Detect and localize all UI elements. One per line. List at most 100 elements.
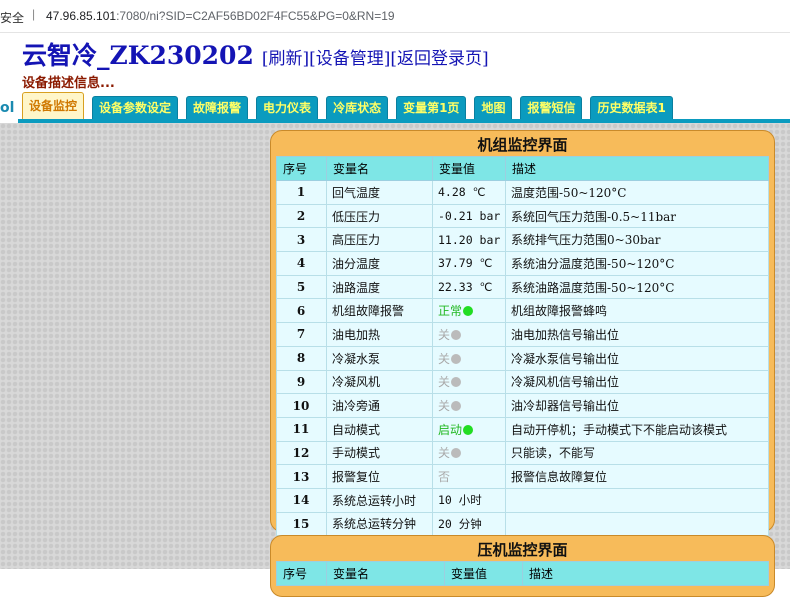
cell-name-text: 冷凝风机 [332, 375, 381, 390]
table-row: 10 油冷旁通 关 油冷却器信号输出位 [276, 393, 769, 418]
cell-no-text: 5 [296, 280, 306, 295]
cell-value-text: 11.20 bar [438, 232, 501, 247]
cell-no-text: 11 [292, 422, 310, 437]
cell-value-text: 37.79 ℃ [438, 256, 493, 271]
status-on-icon [463, 424, 474, 435]
cell-desc-text: 系统油分温度范围-50~120°C [511, 256, 675, 271]
tab-label: 故障报警 [193, 101, 242, 115]
table-row: 5 油路温度 22.33 ℃ 系统油路温度范围-50~120°C [276, 274, 769, 300]
cell-name: 回气温度 [326, 180, 433, 205]
col-header-no: 序号 [276, 156, 327, 181]
cell-desc: 温度范围-50~120°C [505, 180, 769, 205]
cell-value: 37.79 ℃ [432, 251, 506, 276]
cell-value: 4.28 ℃ [432, 180, 506, 205]
table-row: 3 高压压力 11.20 bar 系统排气压力范围0~30bar [276, 227, 769, 253]
cell-no-text: 13 [292, 469, 310, 484]
cell-value-text: 4.28 ℃ [438, 185, 486, 200]
status-off-icon [451, 377, 462, 388]
unit-monitor-table: 序号 变量名 变量值 描述 1 回气温度 4.28 ℃ 温度范围-50~120°C 2 低… [276, 156, 769, 560]
url-rest: :7080/ni?SID=C2AF56BD02F4FC55&PG=0&RN=19 [116, 9, 395, 23]
table-row: 7 油电加热 关 油电加热信号输出位 [276, 322, 769, 347]
cell-value-text: 22.33 ℃ [438, 280, 493, 295]
table-row: 6 机组故障报警 正常 机组故障报警蜂鸣 [276, 298, 769, 324]
device-manage-link[interactable]: [设备管理] [309, 49, 390, 69]
status-off-icon [451, 401, 462, 412]
tab-1[interactable]: 设备参数设定 [92, 96, 179, 121]
cell-no-text: 4 [296, 256, 306, 271]
tab-3[interactable]: 电力仪表 [256, 96, 319, 121]
tab-7[interactable]: 报警短信 [520, 96, 583, 121]
cell-desc: 机组故障报警蜂鸣 [505, 298, 769, 324]
cell-value-text: 关 [438, 446, 451, 461]
table-row: 1 回气温度 4.28 ℃ 温度范围-50~120°C [276, 180, 769, 205]
cell-name-text: 系统总运转小时 [332, 493, 417, 508]
table-row: 8 冷凝水泵 关 冷凝水泵信号输出位 [276, 345, 769, 371]
cell-desc-text: 系统排气压力范围0~30bar [511, 233, 661, 248]
cell-name-text: 油分温度 [332, 256, 381, 271]
cell-no-text: 2 [296, 209, 306, 224]
cell-name-text: 油冷旁通 [332, 399, 381, 414]
table-row: 13 报警复位 否 报警信息故障复位 [276, 464, 769, 489]
tab-label: 报警短信 [527, 101, 576, 115]
cell-value-text: 关 [438, 327, 451, 342]
tab-8[interactable]: 历史数据表1 [590, 96, 673, 121]
device-title: 云智冷_ZK230202 [22, 41, 254, 70]
cell-value-text: 10 小时 [438, 493, 482, 508]
url-text[interactable]: 47.96.85.101:7080/ni?SID=C2AF56BD02F4FC5… [46, 9, 395, 23]
cell-no-text: 12 [292, 445, 310, 460]
cell-value: 关 [432, 369, 506, 395]
cell-desc: 系统油路温度范围-50~120°C [505, 274, 769, 300]
status-off-icon [451, 448, 462, 459]
cell-name: 报警复位 [326, 464, 433, 489]
cell-no-text: 8 [296, 351, 306, 366]
tab-6[interactable]: 地图 [474, 96, 513, 121]
cell-value: 11.20 bar [432, 227, 506, 253]
address-bar[interactable]: 安全 | 47.96.85.101:7080/ni?SID=C2AF56BD02… [0, 0, 790, 33]
cell-no: 6 [276, 298, 327, 324]
cell-no: 10 [276, 393, 327, 418]
cell-name: 油冷旁通 [326, 393, 433, 418]
cell-no: 2 [276, 203, 327, 229]
status-off-icon [451, 329, 462, 340]
cell-desc-text: 自动开停机；手动模式下不能启动该模式 [511, 422, 728, 437]
cell-no: 1 [276, 180, 327, 205]
cell-no: 13 [276, 464, 327, 489]
tab-5[interactable]: 变量第1页 [396, 96, 467, 121]
cell-value-text: 否 [438, 470, 451, 485]
tab-4[interactable]: 冷库状态 [326, 96, 389, 121]
cell-no: 5 [276, 274, 327, 300]
table-header-row: 序号 变量名 变量值 描述 [276, 156, 769, 181]
cell-desc: 油电加热信号输出位 [505, 322, 769, 347]
cell-desc: 报警信息故障复位 [505, 464, 769, 489]
url-host: 47.96.85.101 [46, 9, 117, 23]
cell-desc [505, 511, 769, 537]
table-row: 14 系统总运转小时 10 小时 [276, 487, 769, 513]
cell-desc-text: 冷凝风机信号输出位 [511, 375, 620, 390]
cell-no: 14 [276, 487, 327, 513]
cell-no-text: 14 [292, 493, 310, 508]
cell-value-text: 20 分钟 [438, 516, 482, 531]
cell-value: 否 [432, 464, 506, 489]
cell-no: 9 [276, 369, 327, 395]
refresh-link[interactable]: [刷新] [262, 49, 309, 69]
cell-no: 11 [276, 416, 327, 442]
table-row: 11 自动模式 启动 自动开停机；手动模式下不能启动该模式 [276, 416, 769, 442]
tab-0[interactable]: 设备监控 [22, 92, 85, 121]
cell-value: 关 [432, 322, 506, 347]
col-header-value: 变量值 [444, 561, 523, 586]
cell-value: 22.33 ℃ [432, 274, 506, 300]
cell-name-text: 回气温度 [332, 185, 381, 200]
tab-2[interactable]: 故障报警 [186, 96, 249, 121]
cell-name: 油电加热 [326, 322, 433, 347]
col-header-no: 序号 [276, 561, 327, 586]
cell-desc: 系统回气压力范围-0.5~11bar [505, 203, 769, 229]
back-to-login-link[interactable]: [返回登录页] [390, 49, 488, 69]
cell-desc-text: 油电加热信号输出位 [511, 327, 620, 342]
table-row: 15 系统总运转分钟 20 分钟 [276, 511, 769, 537]
compressor-monitor-table: 序号 变量名 变量值 描述 [276, 561, 769, 586]
cell-desc: 系统排气压力范围0~30bar [505, 227, 769, 253]
security-label[interactable]: 安全 [0, 9, 24, 26]
cell-no-text: 3 [296, 232, 306, 247]
tab-label: 变量第1页 [403, 101, 460, 115]
cell-value-text: 关 [438, 351, 451, 366]
